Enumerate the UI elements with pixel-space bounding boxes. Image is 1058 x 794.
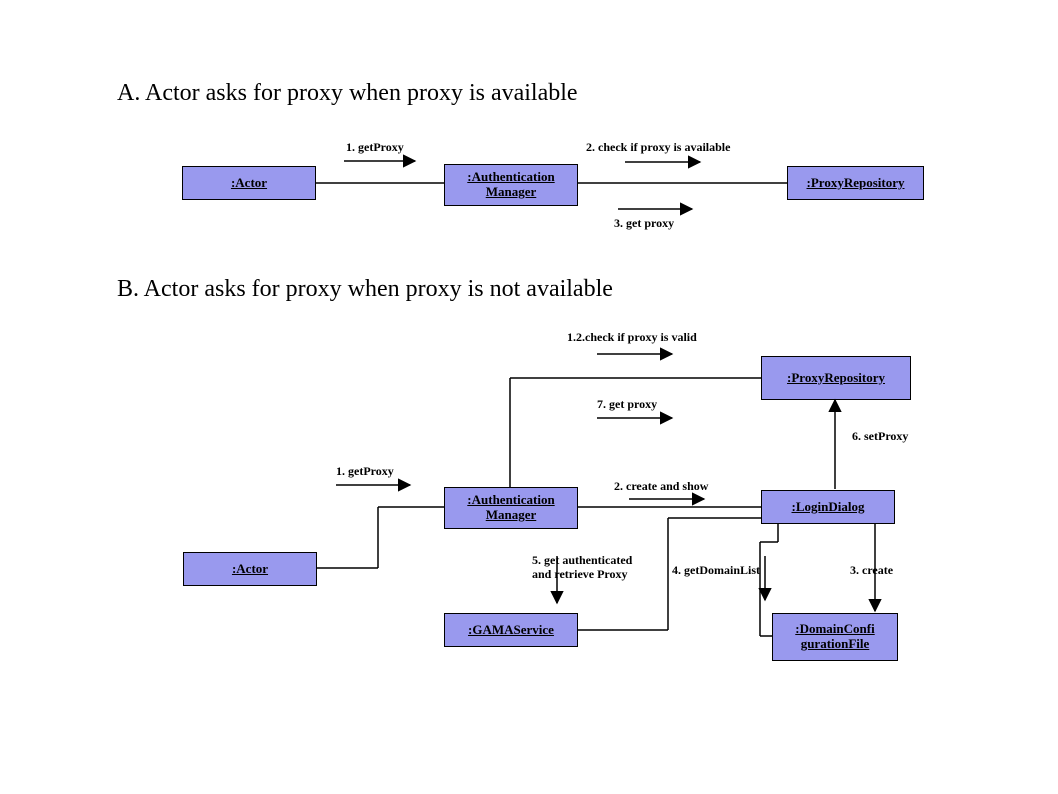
node-b-domain-label: :DomainConfigurationFile <box>795 622 874 652</box>
node-b-proxy-label: :ProxyRepository <box>787 371 885 386</box>
node-b-actor-label: :Actor <box>232 562 268 577</box>
msg-b-6: 6. setProxy <box>852 430 908 444</box>
node-a-actor-label: :Actor <box>231 176 267 191</box>
msg-a-2: 2. check if proxy is available <box>586 141 730 155</box>
msg-b-3: 3. create <box>850 564 893 578</box>
node-b-login-label: :LoginDialog <box>792 500 865 515</box>
msg-b-5: 5. get authenticatedand retrieve Proxy <box>532 554 632 582</box>
node-a-auth-label: :AuthenticationManager <box>467 170 554 200</box>
node-b-domain: :DomainConfigurationFile <box>772 613 898 661</box>
msg-a-1: 1. getProxy <box>346 141 404 155</box>
msg-a-3: 3. get proxy <box>614 217 674 231</box>
node-b-auth: :AuthenticationManager <box>444 487 578 529</box>
node-b-proxy: :ProxyRepository <box>761 356 911 400</box>
msg-b-1: 1. getProxy <box>336 465 394 479</box>
node-b-login: :LoginDialog <box>761 490 895 524</box>
section-a-title: A. Actor asks for proxy when proxy is av… <box>117 80 578 107</box>
node-a-proxy-label: :ProxyRepository <box>807 176 905 191</box>
node-a-actor: :Actor <box>182 166 316 200</box>
msg-b-1-2: 1.2.check if proxy is valid <box>567 331 697 345</box>
node-b-auth-label: :AuthenticationManager <box>467 493 554 523</box>
msg-b-4: 4. getDomainList <box>672 564 760 578</box>
msg-b-7: 7. get proxy <box>597 398 657 412</box>
node-a-proxy: :ProxyRepository <box>787 166 924 200</box>
node-b-actor: :Actor <box>183 552 317 586</box>
msg-b-2: 2. create and show <box>614 480 708 494</box>
node-b-gama: :GAMAService <box>444 613 578 647</box>
section-b-title: B. Actor asks for proxy when proxy is no… <box>117 276 613 303</box>
node-b-gama-label: :GAMAService <box>468 623 554 638</box>
node-a-auth: :AuthenticationManager <box>444 164 578 206</box>
